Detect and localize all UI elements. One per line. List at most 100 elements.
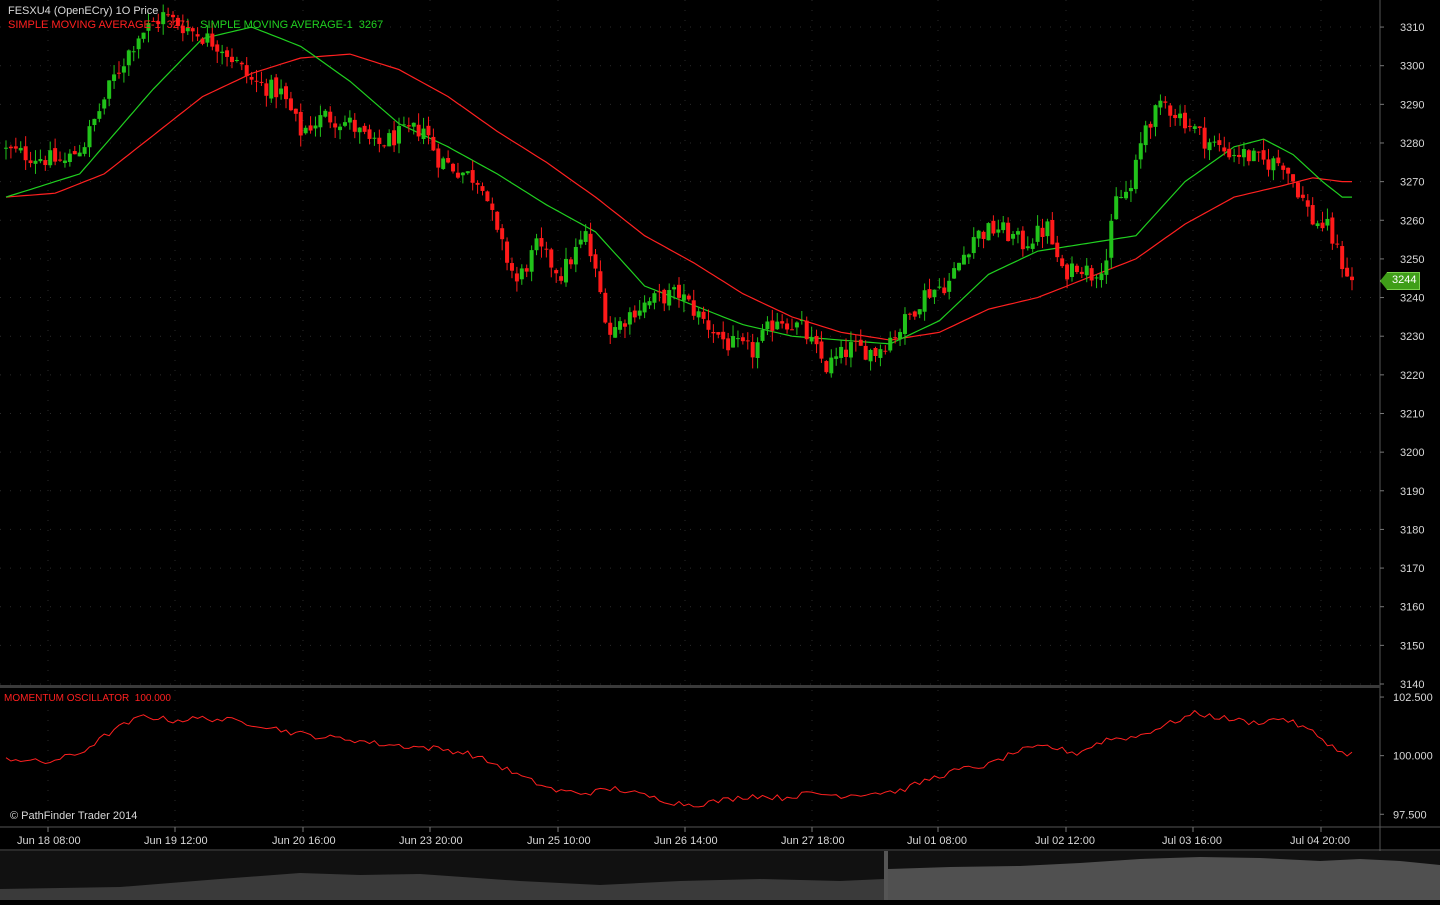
price-tick-label: 3210 xyxy=(1400,408,1424,420)
candle-body xyxy=(706,320,711,330)
candle-body xyxy=(1020,230,1025,250)
candle-body xyxy=(942,287,947,294)
candle-body xyxy=(1291,174,1296,182)
candle-body xyxy=(505,241,510,263)
candle-body xyxy=(681,294,686,301)
candle-body xyxy=(1187,125,1192,127)
candle-body xyxy=(77,152,82,157)
candle-body xyxy=(1060,258,1065,267)
candle-body xyxy=(966,254,971,258)
candle-body xyxy=(726,338,731,351)
candle-body xyxy=(878,349,883,358)
candle-body xyxy=(239,62,244,65)
candle-body xyxy=(259,81,264,83)
candle-body xyxy=(500,228,505,240)
candle-body xyxy=(82,147,87,154)
candle-body xyxy=(1286,167,1291,174)
candle-body xyxy=(1325,218,1330,226)
candle-body xyxy=(564,258,569,283)
candle-body xyxy=(48,150,53,166)
candle-body xyxy=(1148,123,1153,128)
candle-body xyxy=(1119,197,1124,199)
candle-body xyxy=(490,203,495,210)
candle-body xyxy=(853,340,858,342)
candle-body xyxy=(1089,268,1094,281)
candle-body xyxy=(254,80,259,82)
candle-body xyxy=(342,122,347,126)
candle-body xyxy=(455,172,460,178)
candle-body xyxy=(642,302,647,313)
candle-body xyxy=(1109,220,1114,258)
candle-body xyxy=(991,220,996,234)
candle-body xyxy=(1114,196,1119,220)
candle-body xyxy=(1040,227,1045,237)
candle-body xyxy=(824,361,829,373)
candle-body xyxy=(401,124,406,126)
price-tick-label: 3190 xyxy=(1400,486,1424,498)
price-tick-label: 3170 xyxy=(1400,563,1424,575)
candle-body xyxy=(598,271,603,293)
candle-body xyxy=(112,74,117,81)
candle-body xyxy=(976,230,981,239)
candle-body xyxy=(549,249,554,268)
candle-body xyxy=(1227,148,1232,158)
chart-legend: FESXU4 (OpenECry) 1O Price SIMPLE MOVING… xyxy=(8,4,389,32)
candle-body xyxy=(97,111,102,119)
price-tick-label: 3230 xyxy=(1400,331,1424,343)
candle-body xyxy=(618,321,623,330)
candle-body xyxy=(662,289,667,304)
candle-body xyxy=(799,320,804,322)
navigator-handle[interactable] xyxy=(884,851,888,900)
candle-body xyxy=(1217,140,1222,146)
navigator-overview xyxy=(0,857,1440,900)
time-tick-label: Jun 27 18:00 xyxy=(781,835,845,847)
candle-body xyxy=(67,153,72,163)
candle-body xyxy=(215,44,220,52)
candle-body xyxy=(1192,126,1197,129)
oscillator-tick-label: 97.500 xyxy=(1393,809,1427,821)
candle-body xyxy=(13,146,18,149)
candle-body xyxy=(711,332,716,334)
candle-body xyxy=(210,33,215,47)
candle-body xyxy=(731,336,736,348)
time-tick-label: Jul 03 16:00 xyxy=(1162,835,1222,847)
candle-body xyxy=(367,129,372,139)
candle-body xyxy=(1182,112,1187,129)
candle-body xyxy=(1281,165,1286,170)
candle-body xyxy=(883,350,888,352)
candle-body xyxy=(229,56,234,63)
candle-body xyxy=(907,313,912,315)
sma-fast-value: 3267 xyxy=(358,19,384,31)
price-chart[interactable]: 3310 3300 3290 3280 3270 3260 3250 3240 3230 3220… xyxy=(0,0,1440,900)
candle-body xyxy=(721,331,726,340)
candle-body xyxy=(475,182,480,185)
candles xyxy=(4,4,1354,378)
candle-body xyxy=(347,117,352,123)
candle-body xyxy=(1305,200,1310,207)
candle-body xyxy=(195,34,200,37)
candle-body xyxy=(1158,100,1163,108)
candle-body xyxy=(844,349,849,357)
candle-body xyxy=(446,158,451,163)
candle-body xyxy=(53,148,58,162)
candle-body xyxy=(234,59,239,62)
candle-body xyxy=(1246,150,1251,162)
candle-body xyxy=(1232,155,1237,157)
candle-body xyxy=(554,270,559,274)
candle-body xyxy=(1168,105,1173,116)
candle-body xyxy=(1079,271,1084,275)
candle-body xyxy=(313,125,318,129)
candle-body xyxy=(603,292,608,323)
candle-body xyxy=(1261,150,1266,160)
time-tick-label: Jun 20 16:00 xyxy=(272,835,336,847)
candle-body xyxy=(760,330,765,341)
momentum-line xyxy=(5,709,1353,808)
candle-body xyxy=(87,126,92,148)
candle-body xyxy=(1202,127,1207,149)
candle-body xyxy=(465,171,470,174)
candle-body xyxy=(470,170,475,183)
pane-divider xyxy=(0,685,1380,688)
timeline-navigator[interactable] xyxy=(0,851,1440,900)
candle-body xyxy=(529,250,534,272)
candle-body xyxy=(716,332,721,335)
